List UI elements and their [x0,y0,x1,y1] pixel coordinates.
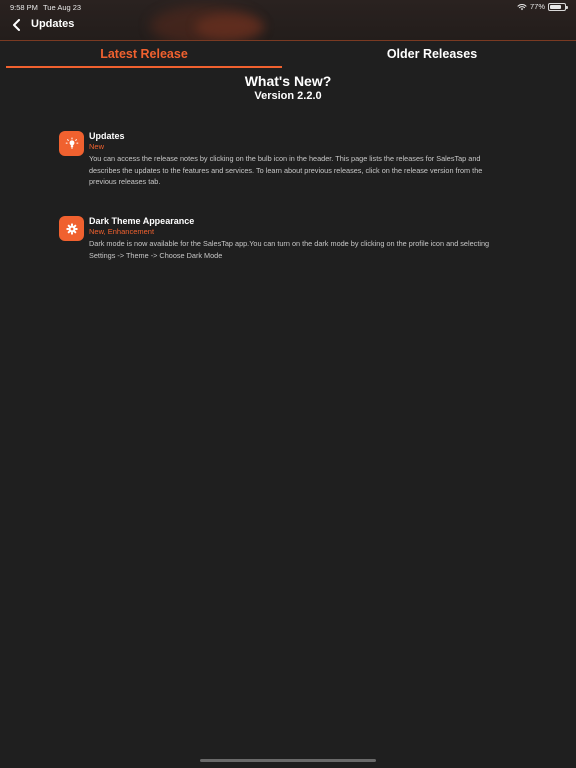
tab-older-releases[interactable]: Older Releases [294,41,570,67]
page-title: Updates [31,18,75,30]
release-note-title: Updates [89,131,125,141]
tab-latest-release[interactable]: Latest Release [6,41,282,67]
release-note-description: You can access the release notes by clic… [89,154,483,186]
battery-percent: 77% [529,2,545,11]
release-note-title: Dark Theme Appearance [89,216,195,226]
release-note-tag: New [89,142,105,151]
whats-new-heading: What's New? [244,73,332,89]
release-note-content: Updates New You can access the release n… [89,131,509,188]
release-tabs: Latest Release Older Releases [6,41,576,69]
wifi-icon [517,3,527,10]
version-label: Version 2.2.0 [254,90,322,102]
battery-level [550,4,561,9]
chevron-left-icon [12,19,20,31]
nav-bar: Updates [0,14,576,36]
release-note-tag: New, Enhancement [89,227,155,236]
release-note-description: Dark mode is now available for the Sales… [89,239,490,260]
status-time: 9:58 PM [10,3,38,12]
active-tab-indicator [6,66,282,68]
bulb-icon [59,131,84,156]
status-date: Tue Aug 23 [43,3,82,12]
battery-icon [548,2,568,11]
app-header: 9:58 PM Tue Aug 23 77% Updates [0,0,576,41]
status-bar: 9:58 PM Tue Aug 23 77% [0,0,576,14]
release-note-content: Dark Theme Appearance New, Enhancement D… [89,216,509,261]
status-indicators: 77% [517,2,568,11]
gear-icon [59,216,84,241]
back-button[interactable] [8,16,24,34]
home-indicator[interactable] [200,759,376,762]
battery-cap [566,5,568,9]
